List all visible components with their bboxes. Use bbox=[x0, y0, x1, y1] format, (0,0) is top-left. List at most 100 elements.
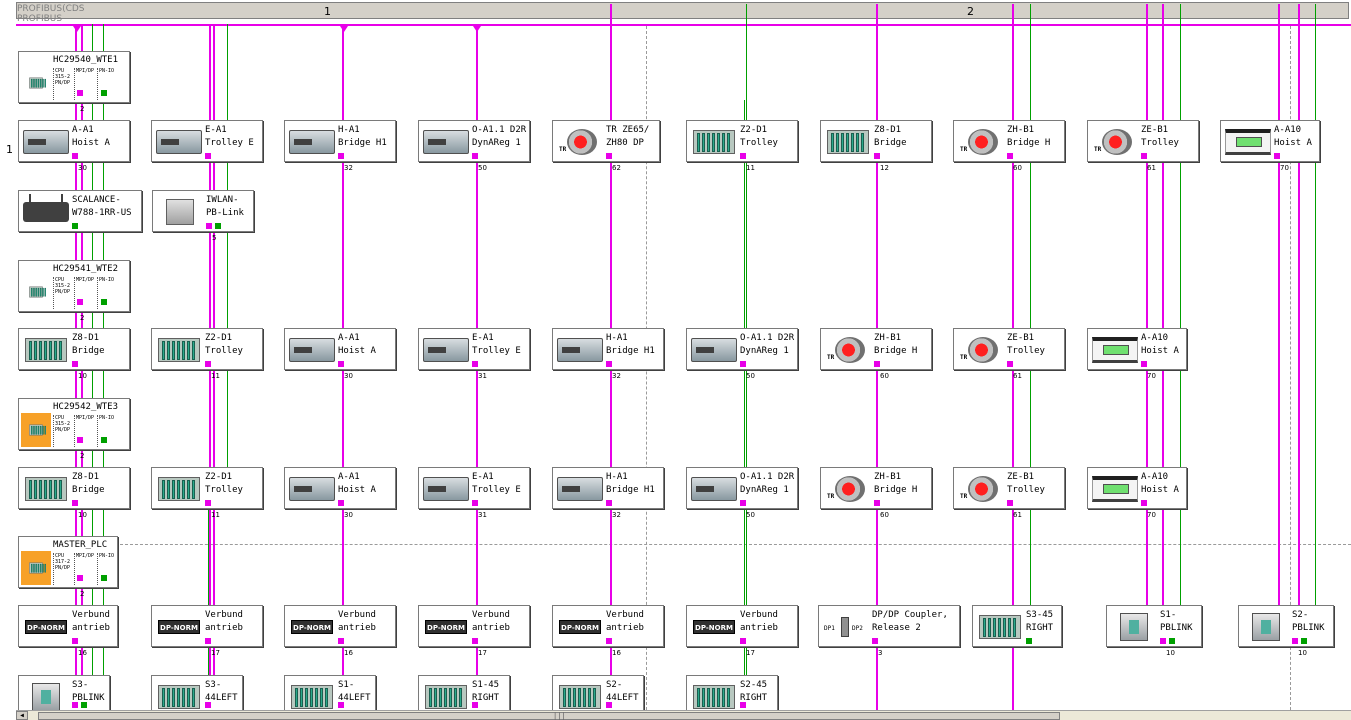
profibus-port-icon[interactable] bbox=[740, 702, 746, 708]
module-slot[interactable]: CPU 317-2 PN/DP bbox=[53, 553, 70, 585]
profibus-subnet-line[interactable] bbox=[1278, 4, 1280, 640]
slave-station[interactable]: H-A1 Bridge H1 bbox=[284, 120, 396, 162]
slave-station[interactable]: A-A10 Hoist A bbox=[1220, 120, 1320, 162]
slave-station[interactable]: H-A1 Bridge H1 bbox=[552, 467, 664, 509]
slave-station[interactable]: IWLAN- PB-Link bbox=[152, 190, 254, 232]
slave-station[interactable]: S1- PBLINK bbox=[1106, 605, 1202, 647]
slave-station[interactable]: H-A1 Bridge H1 bbox=[552, 328, 664, 370]
slave-station[interactable]: E-A1 Trolley E bbox=[418, 328, 530, 370]
module-slot[interactable]: CPU 315-2 PN/DP bbox=[53, 68, 70, 100]
profibus-port-icon[interactable] bbox=[1160, 638, 1166, 644]
slave-station[interactable]: A-A1 Hoist A bbox=[284, 467, 396, 509]
profibus-port-icon[interactable] bbox=[205, 361, 211, 367]
profibus-port-icon[interactable] bbox=[77, 575, 83, 581]
slave-station[interactable]: A-A1 Hoist A bbox=[18, 120, 130, 162]
slave-station[interactable]: Z2-D1 Trolley bbox=[151, 328, 263, 370]
profibus-port-icon[interactable] bbox=[606, 153, 612, 159]
network-canvas[interactable]: 1 2 PROFIBUS(CDS PROFIBUS 1 HC29540_WTE1… bbox=[0, 0, 1351, 720]
profibus-subnet-line[interactable] bbox=[1162, 4, 1164, 640]
profibus-port-icon[interactable] bbox=[606, 638, 612, 644]
profibus-port-icon[interactable] bbox=[77, 299, 83, 305]
profibus-port-icon[interactable] bbox=[206, 223, 212, 229]
profibus-port-icon[interactable] bbox=[874, 500, 880, 506]
slave-station[interactable]: DP-NORM Verbund antrieb bbox=[418, 605, 530, 647]
profibus-port-icon[interactable] bbox=[872, 638, 878, 644]
plc-station[interactable]: HC29542_WTE3 CPU 315-2 PN/DP MPI/DP PN-IO bbox=[18, 398, 130, 450]
scrollbar-thumb[interactable]: ||| bbox=[38, 712, 1060, 720]
slave-station[interactable]: SCALANCE- W788-1RR-US bbox=[18, 190, 142, 232]
slave-station[interactable]: TR ZE-B1 Trolley bbox=[1087, 120, 1199, 162]
slave-station[interactable]: DP-NORM Verbund antrieb bbox=[552, 605, 664, 647]
slave-station[interactable]: S3-45 RIGHT bbox=[972, 605, 1062, 647]
profinet-port-icon[interactable] bbox=[72, 223, 78, 229]
profinet-subnet-line[interactable] bbox=[1030, 4, 1031, 640]
profibus-port-icon[interactable] bbox=[472, 361, 478, 367]
slave-station[interactable]: A-A1 Hoist A bbox=[284, 328, 396, 370]
profibus-port-icon[interactable] bbox=[205, 153, 211, 159]
profibus-port-icon[interactable] bbox=[72, 153, 78, 159]
scroll-left-arrow[interactable]: ◀ bbox=[16, 711, 28, 720]
profinet-port-icon[interactable] bbox=[81, 702, 87, 708]
slave-station[interactable]: Z8-D1 Bridge bbox=[820, 120, 932, 162]
profibus-port-icon[interactable] bbox=[874, 153, 880, 159]
profibus-port-icon[interactable] bbox=[1141, 153, 1147, 159]
slave-station[interactable]: DP-NORM Verbund antrieb bbox=[686, 605, 798, 647]
slave-station[interactable]: E-A1 Trolley E bbox=[151, 120, 263, 162]
profibus-port-icon[interactable] bbox=[72, 500, 78, 506]
slave-station[interactable]: S2- PBLINK bbox=[1238, 605, 1334, 647]
profibus-port-icon[interactable] bbox=[1141, 361, 1147, 367]
profibus-port-icon[interactable] bbox=[472, 638, 478, 644]
slave-station[interactable]: O-A1.1 D2R DynAReg 1 bbox=[686, 328, 798, 370]
slave-station[interactable]: TR TR ZE65/ZH80 DP bbox=[552, 120, 660, 162]
profinet-subnet-line[interactable] bbox=[227, 24, 228, 470]
horizontal-scrollbar[interactable]: ◀ ||| bbox=[16, 710, 1351, 720]
profinet-port-icon[interactable] bbox=[1169, 638, 1175, 644]
profibus-port-icon[interactable] bbox=[472, 153, 478, 159]
plc-station[interactable]: MASTER_PLC CPU 317-2 PN/DP MPI/DP PN-IO bbox=[18, 536, 118, 588]
profibus-port-icon[interactable] bbox=[338, 153, 344, 159]
plc-station[interactable]: HC29541_WTE2 CPU 315-2 PN/DP MPI/DP PN-IO bbox=[18, 260, 130, 312]
profibus-port-icon[interactable] bbox=[874, 361, 880, 367]
slave-station[interactable]: Z8-D1 Bridge bbox=[18, 328, 130, 370]
module-slot[interactable]: CPU 315-2 PN/DP bbox=[53, 277, 70, 309]
profibus-port-icon[interactable] bbox=[205, 702, 211, 708]
slave-station[interactable]: O-A1.1 D2R DynAReg 1 bbox=[418, 120, 530, 162]
slave-station[interactable]: S3- 44LEFT bbox=[151, 675, 243, 711]
profibus-port-icon[interactable] bbox=[606, 702, 612, 708]
slave-station[interactable]: TR ZH-B1 Bridge H bbox=[953, 120, 1065, 162]
slave-station[interactable]: S3- PBLINK bbox=[18, 675, 110, 711]
profibus-port-icon[interactable] bbox=[72, 702, 78, 708]
profinet-subnet-line[interactable] bbox=[1315, 4, 1316, 640]
profibus-port-icon[interactable] bbox=[472, 702, 478, 708]
profibus-port-icon[interactable] bbox=[205, 638, 211, 644]
slave-station[interactable]: S2-45 RIGHT bbox=[686, 675, 778, 711]
plc-station[interactable]: HC29540_WTE1 CPU 315-2 PN/DP MPI/DP PN-IO bbox=[18, 51, 130, 103]
slave-station[interactable]: TR ZE-B1 Trolley bbox=[953, 328, 1065, 370]
profibus-port-icon[interactable] bbox=[72, 638, 78, 644]
profibus-port-icon[interactable] bbox=[338, 361, 344, 367]
profibus-port-icon[interactable] bbox=[740, 638, 746, 644]
profibus-port-icon[interactable] bbox=[338, 638, 344, 644]
slave-station[interactable]: A-A10 Hoist A bbox=[1087, 467, 1187, 509]
profibus-master-line[interactable] bbox=[16, 24, 1351, 26]
profibus-port-icon[interactable] bbox=[1007, 361, 1013, 367]
profibus-port-icon[interactable] bbox=[77, 90, 83, 96]
profinet-subnet-line[interactable] bbox=[1180, 4, 1181, 640]
slave-station[interactable]: S1- 44LEFT bbox=[284, 675, 376, 711]
profibus-port-icon[interactable] bbox=[1007, 153, 1013, 159]
profibus-subnet-line[interactable] bbox=[1146, 4, 1148, 640]
slave-station[interactable]: DP1 DP2 DP/DP Coupler, Release 2 bbox=[818, 605, 960, 647]
profibus-port-icon[interactable] bbox=[606, 361, 612, 367]
slave-station[interactable]: TR ZH-B1 Bridge H bbox=[820, 467, 932, 509]
profibus-port-icon[interactable] bbox=[77, 437, 83, 443]
profibus-port-icon[interactable] bbox=[1292, 638, 1298, 644]
profinet-port-icon[interactable] bbox=[215, 223, 221, 229]
profinet-port-icon[interactable] bbox=[101, 437, 107, 443]
slave-station[interactable]: S1-45 RIGHT bbox=[418, 675, 510, 711]
slave-station[interactable]: E-A1 Trolley E bbox=[418, 467, 530, 509]
profibus-port-icon[interactable] bbox=[740, 153, 746, 159]
profibus-port-icon[interactable] bbox=[1274, 153, 1280, 159]
profibus-port-icon[interactable] bbox=[740, 500, 746, 506]
profibus-port-icon[interactable] bbox=[740, 361, 746, 367]
slave-station[interactable]: DP-NORM Verbund antrieb bbox=[284, 605, 396, 647]
